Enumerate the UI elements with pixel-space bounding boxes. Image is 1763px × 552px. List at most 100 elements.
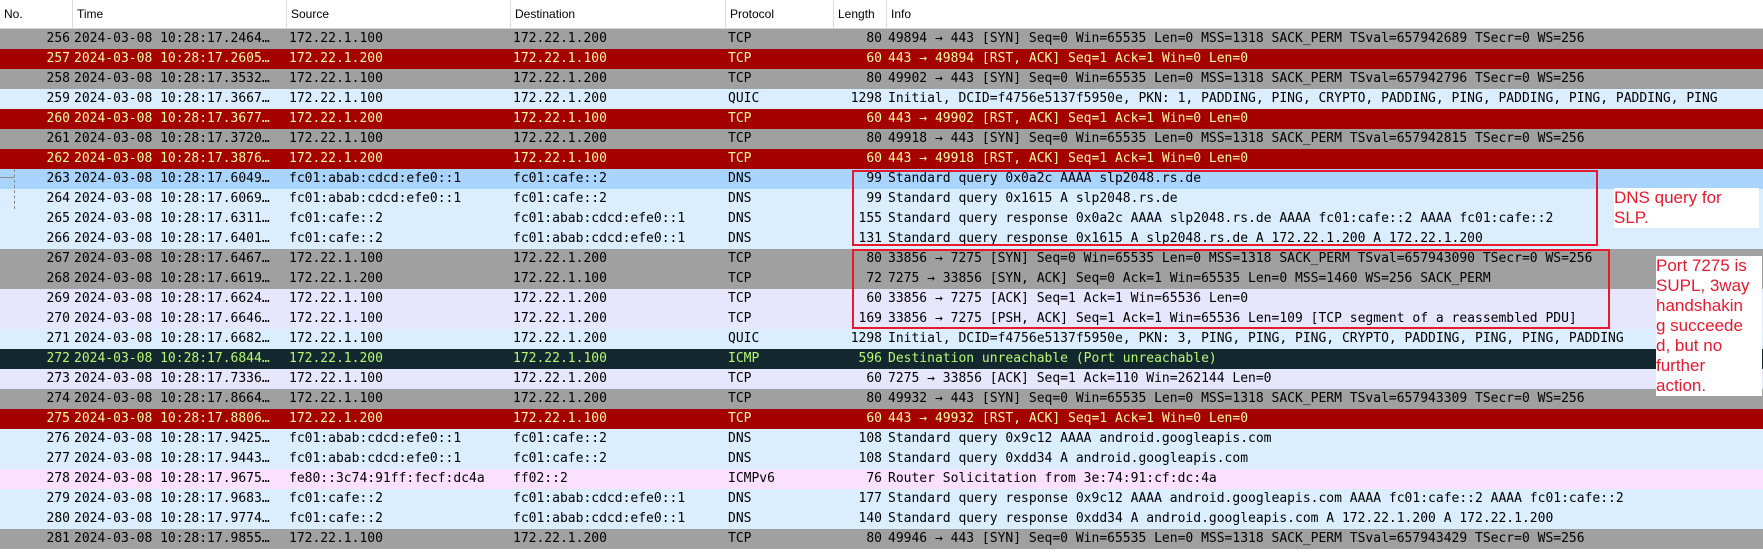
packet-row[interactable]: 265 2024-03-08 10:28:17.6311… fc01:cafe::2… (0, 209, 1763, 229)
packet-row[interactable]: 272 2024-03-08 10:28:17.6844… 172.22.1.200… (0, 349, 1763, 369)
packet-number: 269 (46, 291, 70, 306)
packet-info: 49902 → 443 [SYN] Seq=0 Win=65535 Len=0 … (888, 71, 1585, 86)
supl-annotation-note: Port 7275 is SUPL, 3way handshakin g suc… (1656, 256, 1762, 396)
packet-source: 172.22.1.100 (289, 331, 383, 346)
packet-destination: fc01:cafe::2 (513, 191, 607, 206)
packet-row[interactable]: 276 2024-03-08 10:28:17.9425… fc01:abab:cd… (0, 429, 1763, 449)
packet-row[interactable]: 259 2024-03-08 10:28:17.3667… 172.22.1.100… (0, 89, 1763, 109)
packet-protocol: DNS (728, 171, 752, 186)
packet-destination: 172.22.1.200 (513, 251, 607, 266)
packet-destination: 172.22.1.200 (513, 311, 607, 326)
packet-time: 2024-03-08 10:28:17.3876… (74, 151, 270, 166)
column-header-info[interactable]: Info (886, 0, 1763, 28)
packet-destination: fc01:cafe::2 (513, 431, 607, 446)
packet-row[interactable]: 273 2024-03-08 10:28:17.7336… 172.22.1.100… (0, 369, 1763, 389)
packet-length: 1298 (850, 91, 882, 106)
packet-info: 443 → 49894 [RST, ACK] Seq=1 Ack=1 Win=0… (888, 51, 1249, 66)
column-header-no[interactable]: No. (0, 0, 72, 28)
packet-source: fc01:abab:cdcd:efe0::1 (289, 431, 462, 446)
packet-source: 172.22.1.100 (289, 31, 383, 46)
packet-source: 172.22.1.100 (289, 311, 383, 326)
column-header-destination[interactable]: Destination (510, 0, 725, 28)
column-header-protocol[interactable]: Protocol (725, 0, 833, 28)
packet-source: 172.22.1.100 (289, 371, 383, 386)
packet-destination: 172.22.1.100 (513, 151, 607, 166)
column-header-time[interactable]: Time (72, 0, 286, 28)
packet-source: fe80::3c74:91ff:fecf:dc4a (289, 471, 485, 486)
packet-length: 140 (858, 511, 882, 526)
packet-length: 177 (858, 491, 882, 506)
packet-time: 2024-03-08 10:28:17.9774… (74, 511, 270, 526)
packet-length: 80 (866, 31, 882, 46)
packet-time: 2024-03-08 10:28:17.8806… (74, 411, 270, 426)
packet-length: 99 (866, 171, 882, 186)
packet-row[interactable]: 260 2024-03-08 10:28:17.3677… 172.22.1.200… (0, 109, 1763, 129)
packet-row[interactable]: 261 2024-03-08 10:28:17.3720… 172.22.1.100… (0, 129, 1763, 149)
packet-length: 60 (866, 51, 882, 66)
packet-protocol: DNS (728, 451, 752, 466)
packet-row[interactable]: 274 2024-03-08 10:28:17.8664… 172.22.1.100… (0, 389, 1763, 409)
packet-protocol: DNS (728, 191, 752, 206)
packet-destination: 172.22.1.200 (513, 291, 607, 306)
packet-destination: 172.22.1.100 (513, 271, 607, 286)
packet-destination: 172.22.1.200 (513, 71, 607, 86)
packet-row[interactable]: 278 2024-03-08 10:28:17.9675… fe80::3c74:9… (0, 469, 1763, 489)
packet-number: 272 (46, 351, 70, 366)
packet-time: 2024-03-08 10:28:17.2605… (74, 51, 270, 66)
packet-time: 2024-03-08 10:28:17.6401… (74, 231, 270, 246)
packet-row[interactable]: 275 2024-03-08 10:28:17.8806… 172.22.1.200… (0, 409, 1763, 429)
packet-source: fc01:cafe::2 (289, 511, 383, 526)
packet-row[interactable]: 256 2024-03-08 10:28:17.2464… 172.22.1.100… (0, 29, 1763, 49)
packet-time: 2024-03-08 10:28:17.9443… (74, 451, 270, 466)
packet-row[interactable]: 268 2024-03-08 10:28:17.6619… 172.22.1.200… (0, 269, 1763, 289)
column-header-length[interactable]: Length (833, 0, 886, 28)
packet-number: 257 (46, 51, 70, 66)
packet-row[interactable]: 257 2024-03-08 10:28:17.2605… 172.22.1.200… (0, 49, 1763, 69)
packet-number: 270 (46, 311, 70, 326)
packet-source: 172.22.1.200 (289, 111, 383, 126)
packet-row[interactable]: 271 2024-03-08 10:28:17.6682… 172.22.1.100… (0, 329, 1763, 349)
packet-row[interactable]: 270 2024-03-08 10:28:17.6646… 172.22.1.100… (0, 309, 1763, 329)
packet-row[interactable]: 264 2024-03-08 10:28:17.6069… fc01:abab:cd… (0, 189, 1763, 209)
packet-time: 2024-03-08 10:28:17.2464… (74, 31, 270, 46)
packet-length: 108 (858, 431, 882, 446)
packet-row[interactable]: 281 2024-03-08 10:28:17.9855… 172.22.1.100… (0, 529, 1763, 549)
packet-source: fc01:abab:cdcd:efe0::1 (289, 171, 462, 186)
packet-length: 60 (866, 151, 882, 166)
packet-protocol: TCP (728, 31, 752, 46)
packet-length: 596 (858, 351, 882, 366)
packet-row[interactable]: 263 2024-03-08 10:28:17.6049… fc01:abab:cd… (0, 169, 1763, 189)
packet-length: 108 (858, 451, 882, 466)
packet-number: 281 (46, 531, 70, 546)
packet-source: 172.22.1.100 (289, 131, 383, 146)
packet-protocol: DNS (728, 211, 752, 226)
packet-protocol: DNS (728, 491, 752, 506)
packet-number: 274 (46, 391, 70, 406)
packet-length: 60 (866, 411, 882, 426)
packet-time: 2024-03-08 10:28:17.6467… (74, 251, 270, 266)
packet-length: 60 (866, 111, 882, 126)
column-header-source[interactable]: Source (286, 0, 510, 28)
packet-row[interactable]: 258 2024-03-08 10:28:17.3532… 172.22.1.100… (0, 69, 1763, 89)
packet-number: 277 (46, 451, 70, 466)
packet-source: 172.22.1.100 (289, 251, 383, 266)
packet-row[interactable]: 279 2024-03-08 10:28:17.9683… fc01:cafe::2… (0, 489, 1763, 509)
packet-info: 49932 → 443 [SYN] Seq=0 Win=65535 Len=0 … (888, 391, 1585, 406)
packet-row[interactable]: 262 2024-03-08 10:28:17.3876… 172.22.1.200… (0, 149, 1763, 169)
packet-protocol: QUIC (728, 91, 760, 106)
packet-number: 258 (46, 71, 70, 86)
packet-length: 60 (866, 291, 882, 306)
packet-protocol: QUIC (728, 331, 760, 346)
packet-row[interactable]: 277 2024-03-08 10:28:17.9443… fc01:abab:cd… (0, 449, 1763, 469)
packet-number: 271 (46, 331, 70, 346)
packet-protocol: TCP (728, 271, 752, 286)
packet-destination: fc01:cafe::2 (513, 171, 607, 186)
packet-destination: fc01:abab:cdcd:efe0::1 (513, 231, 686, 246)
packet-protocol: DNS (728, 431, 752, 446)
packet-row[interactable]: 267 2024-03-08 10:28:17.6467… 172.22.1.100… (0, 249, 1763, 269)
packet-row[interactable]: 280 2024-03-08 10:28:17.9774… fc01:cafe::2… (0, 509, 1763, 529)
packet-row[interactable]: 266 2024-03-08 10:28:17.6401… fc01:cafe::2… (0, 229, 1763, 249)
packet-row[interactable]: 269 2024-03-08 10:28:17.6624… 172.22.1.100… (0, 289, 1763, 309)
packet-number: 263 (46, 171, 70, 186)
packet-number: 262 (46, 151, 70, 166)
